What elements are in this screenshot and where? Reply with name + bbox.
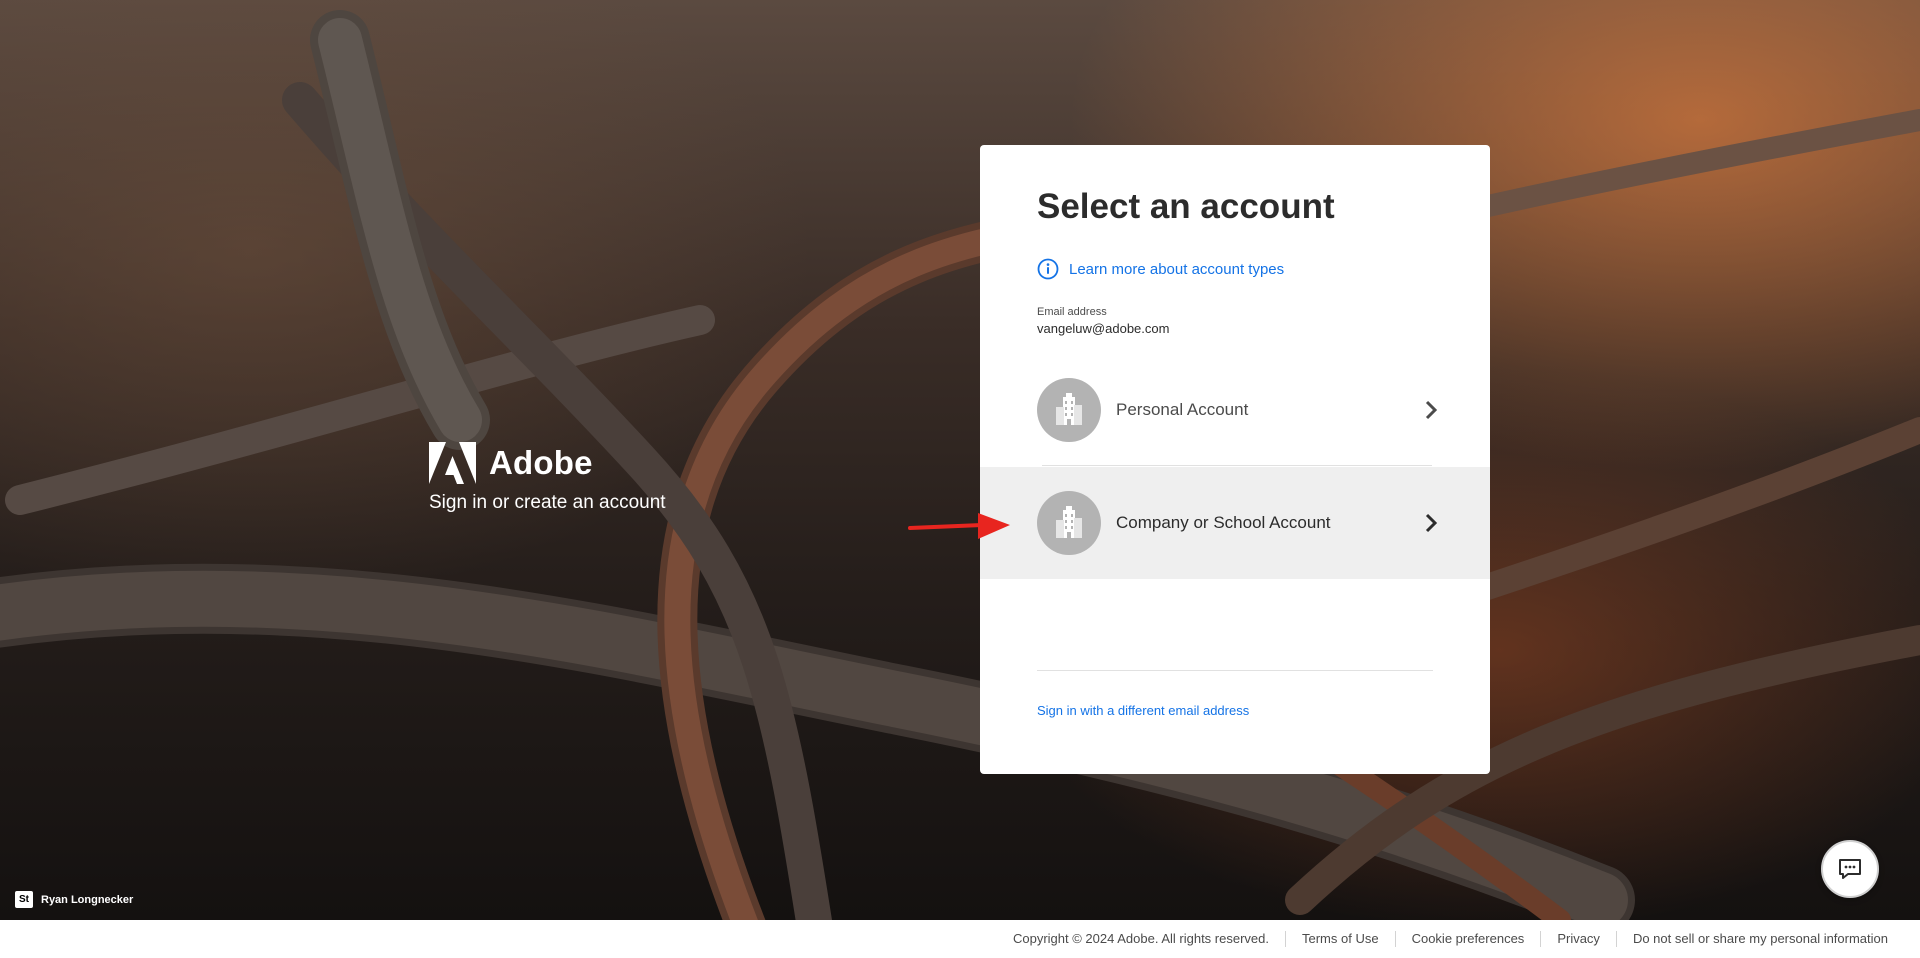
email-label: Email address <box>1037 306 1107 318</box>
building-icon <box>1037 378 1101 442</box>
account-select-card: Select an account Learn more about accou… <box>980 145 1490 774</box>
personal-account-label: Personal Account <box>1116 400 1249 419</box>
learn-more-link[interactable]: Learn more about account types <box>1037 258 1284 280</box>
brand-name: Adobe <box>489 444 593 481</box>
info-icon <box>1037 258 1059 280</box>
background-photo <box>0 0 1920 920</box>
footer-link-cookies[interactable]: Cookie preferences <box>1394 931 1541 947</box>
different-email-link[interactable]: Sign in with a different email address <box>1037 703 1249 718</box>
brand-block: Adobe Sign in or create an account <box>429 442 666 514</box>
learn-more-label[interactable]: Learn more about account types <box>1069 261 1284 278</box>
option-separator <box>1042 465 1432 466</box>
photo-credit: St Ryan Longnecker <box>15 891 133 908</box>
card-divider <box>1037 670 1433 671</box>
chat-icon <box>1839 859 1861 879</box>
stock-badge-icon: St <box>15 891 33 908</box>
chevron-right-icon <box>1425 513 1438 533</box>
footer-link-do-not-sell[interactable]: Do not sell or share my personal informa… <box>1615 931 1888 947</box>
brand-subtitle: Sign in or create an account <box>429 492 666 513</box>
personal-account-option[interactable]: Personal Account <box>980 354 1490 466</box>
company-account-label: Company or School Account <box>1116 513 1331 532</box>
footer: Copyright © 2024 Adobe. All rights reser… <box>0 920 1920 958</box>
page-title: Select an account <box>1037 187 1335 226</box>
footer-copyright: Copyright © 2024 Adobe. All rights reser… <box>1012 931 1269 946</box>
footer-link-privacy[interactable]: Privacy <box>1540 931 1616 947</box>
photo-credit-name: Ryan Longnecker <box>41 893 134 906</box>
chat-button[interactable] <box>1821 840 1879 898</box>
annotation-arrow-icon <box>908 513 1010 539</box>
company-account-option[interactable]: Company or School Account <box>980 467 1490 579</box>
building-icon <box>1037 491 1101 555</box>
footer-link-terms[interactable]: Terms of Use <box>1285 931 1395 947</box>
highway-illustration <box>0 10 1920 920</box>
chevron-right-icon <box>1425 400 1438 420</box>
email-value: vangeluw@adobe.com <box>1037 321 1170 336</box>
adobe-logo-icon <box>429 442 476 484</box>
